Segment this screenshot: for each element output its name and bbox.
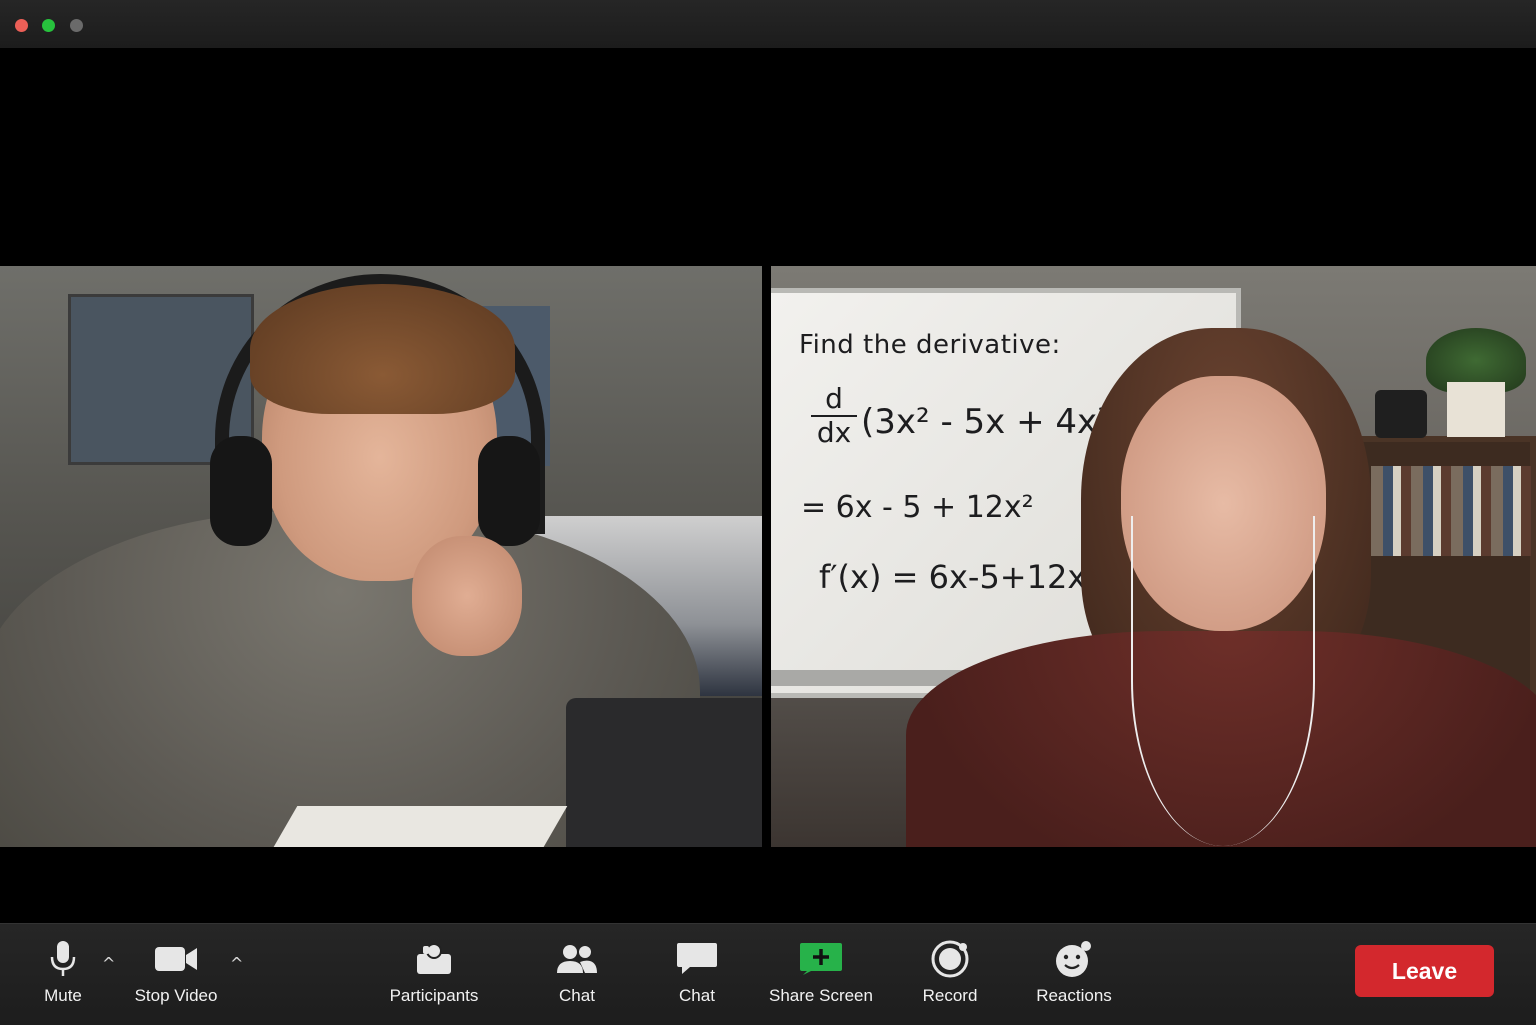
- participant-video-student[interactable]: [0, 266, 762, 847]
- video-stage: Find the derivative: d dx (3x² - 5x + 4x…: [0, 48, 1536, 923]
- people-icon: [556, 936, 598, 982]
- headphone-cup-right: [478, 436, 540, 546]
- whiteboard-fraction-numerator: d: [825, 382, 843, 415]
- whiteboard-line-1: Find the derivative:: [799, 330, 1061, 360]
- minimize-window-button[interactable]: [70, 19, 83, 32]
- student-hair: [250, 284, 515, 414]
- stop-video-button[interactable]: Stop Video: [128, 936, 224, 1020]
- mute-label: Mute: [44, 986, 82, 1005]
- window-titlebar: [0, 0, 1536, 49]
- mute-button[interactable]: Mute: [38, 936, 88, 1020]
- chat-label-1: Chat: [559, 986, 595, 1005]
- video-options-caret[interactable]: ^: [230, 954, 243, 973]
- chat-button[interactable]: Chat: [668, 936, 726, 1020]
- stop-video-label: Stop Video: [134, 986, 218, 1005]
- speaker: [1375, 390, 1427, 438]
- video-camera-icon: [154, 936, 198, 982]
- whiteboard-fraction-denominator: dx: [816, 416, 852, 449]
- record-icon: [930, 936, 970, 982]
- audio-options-caret[interactable]: ^: [102, 954, 115, 973]
- share-screen-button[interactable]: Share Screen: [766, 936, 876, 1020]
- laptop: [566, 698, 762, 847]
- participants-label: Participants: [389, 986, 479, 1005]
- plant-pot: [1447, 382, 1505, 437]
- books: [1371, 466, 1531, 556]
- microphone-icon: [48, 936, 78, 982]
- close-window-button[interactable]: [15, 19, 28, 32]
- whiteboard-line-3: = 6x - 5 + 12x²: [801, 490, 1034, 525]
- share-screen-label: Share Screen: [769, 986, 873, 1005]
- emoji-icon: [1054, 936, 1094, 982]
- meeting-toolbar: Mute ^ Stop Video ^ Participants Chat Ch…: [0, 923, 1536, 1025]
- chat-label-2: Chat: [679, 986, 715, 1005]
- chat-bubble-icon: [676, 936, 718, 982]
- reactions-button[interactable]: Reactions: [1032, 936, 1116, 1020]
- record-button[interactable]: Record: [918, 936, 982, 1020]
- leave-button[interactable]: Leave: [1355, 945, 1494, 997]
- record-label: Record: [922, 986, 978, 1005]
- share-screen-icon: [799, 936, 843, 982]
- whiteboard-expression: (3x² - 5x + 4x³): [861, 402, 1125, 442]
- zoom-window-button[interactable]: [42, 19, 55, 32]
- earphone-cable: [1131, 516, 1315, 846]
- participant-video-tutor[interactable]: Find the derivative: d dx (3x² - 5x + 4x…: [771, 266, 1536, 847]
- whiteboard-line-4: f′(x) = 6x-5+12x²: [819, 558, 1100, 596]
- headphone-cup-left: [210, 436, 272, 546]
- reactions-label: Reactions: [1036, 986, 1112, 1005]
- notebook: [262, 806, 568, 847]
- student-hand: [412, 536, 522, 656]
- participants-icon: [415, 936, 453, 982]
- participants-button[interactable]: Participants: [384, 936, 484, 1020]
- chat-button-people[interactable]: Chat: [548, 936, 606, 1020]
